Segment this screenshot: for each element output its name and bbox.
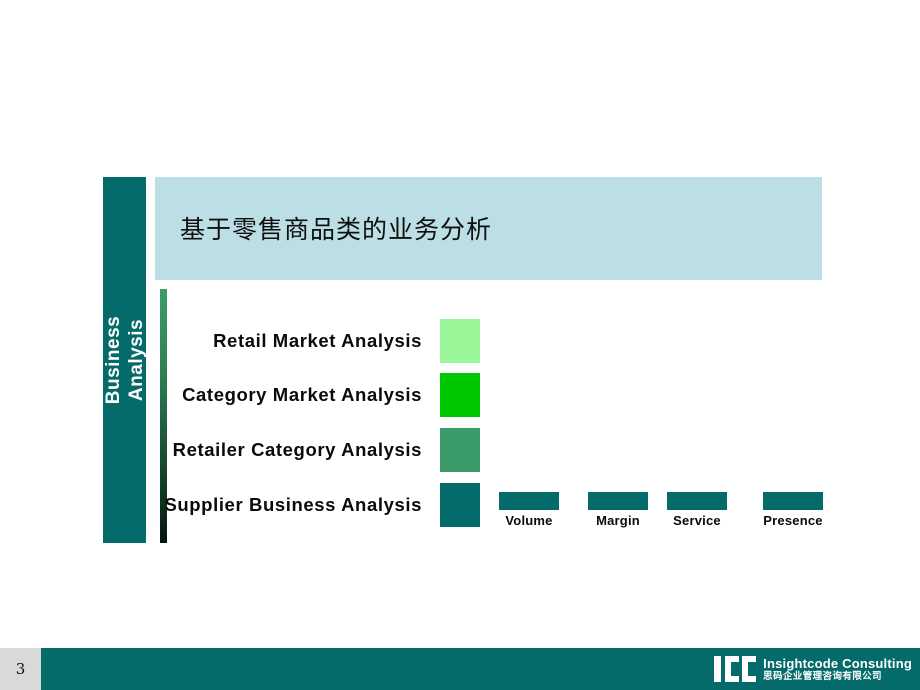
hierarchy-row-label: Retail Market Analysis	[213, 330, 422, 351]
hierarchy-row-label: Supplier Business Analysis	[164, 494, 422, 515]
logo-text-block: Insightcode Consulting 思码企业管理咨询有限公司	[763, 657, 912, 682]
hierarchy-row-supplier-business[interactable]: Supplier Business Analysis	[140, 481, 480, 529]
logo-chinese-name: 思码企业管理咨询有限公司	[763, 670, 882, 682]
hierarchy-row-retail-market[interactable]: Retail Market Analysis	[140, 317, 480, 365]
logo-english-name: Insightcode Consulting	[763, 655, 912, 671]
metric-bar	[667, 492, 727, 510]
hierarchy-row-swatch	[440, 319, 480, 363]
metric-label: Volume	[505, 513, 553, 528]
hierarchy-row-retailer-category[interactable]: Retailer Category Analysis	[140, 426, 480, 474]
hierarchy-row-swatch	[440, 483, 480, 527]
icc-logo-icon	[714, 656, 758, 682]
slide-canvas: Business Analysis 基于零售商品类的业务分析 Retail Ma…	[0, 0, 920, 690]
hierarchy-row-label: Category Market Analysis	[182, 384, 422, 405]
hierarchy-row-label: Retailer Category Analysis	[172, 439, 422, 460]
metric-label: Margin	[596, 513, 640, 528]
footer-bar: Insightcode Consulting 思码企业管理咨询有限公司	[0, 648, 920, 690]
metric-service[interactable]: Service	[667, 492, 727, 528]
metric-presence[interactable]: Presence	[763, 492, 823, 528]
hierarchy-row-swatch	[440, 428, 480, 472]
metric-bar	[763, 492, 823, 510]
hierarchy-rows: Retail Market Analysis Category Market A…	[0, 0, 920, 690]
metric-volume[interactable]: Volume	[499, 492, 559, 528]
metric-label: Service	[673, 513, 721, 528]
metric-label: Presence	[763, 513, 823, 528]
metric-bar	[499, 492, 559, 510]
hierarchy-row-swatch	[440, 373, 480, 417]
page-number: 3	[0, 648, 41, 690]
metric-bar	[588, 492, 648, 510]
metric-margin[interactable]: Margin	[588, 492, 648, 528]
company-logo: Insightcode Consulting 思码企业管理咨询有限公司	[714, 654, 912, 684]
hierarchy-row-category-market[interactable]: Category Market Analysis	[140, 371, 480, 419]
